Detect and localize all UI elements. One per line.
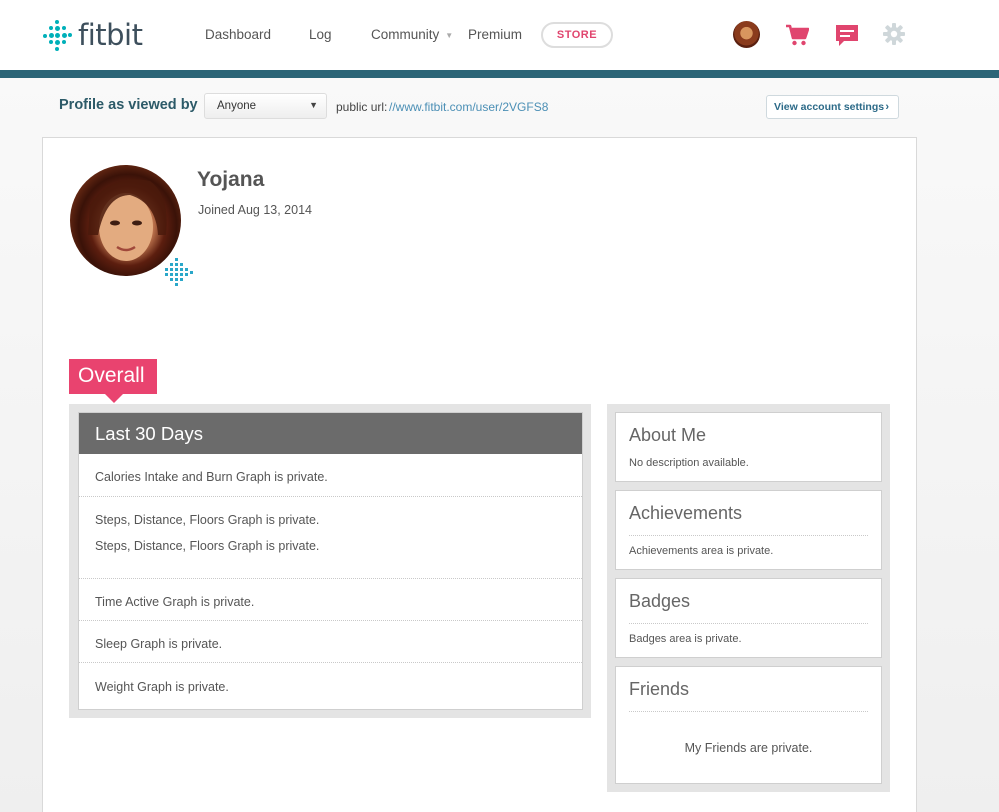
profile-name: Yojana [197,168,265,191]
friends-divider [629,711,868,712]
friends-text: My Friends are private. [684,741,813,755]
header-divider [0,70,999,78]
nav-community-label: Community [371,27,440,42]
public-url-label: public url: [336,100,388,114]
dropdown-arrow-icon: ▼ [309,100,318,110]
list-item-weight: Weight Graph is private. [79,663,582,709]
about-me-title: About Me [629,425,707,445]
overall-tag: Overall [69,359,157,394]
nav-premium[interactable]: Premium [468,27,522,42]
nav-log[interactable]: Log [309,27,332,42]
weight-graph-text: Weight Graph is private. [95,680,229,694]
view-account-settings-button[interactable]: View account settings › [766,95,899,119]
achievements-text: Achievements area is private. [629,545,774,557]
friends-box: Friends My Friends are private. [615,666,882,784]
sleep-graph-text: Sleep Graph is private. [95,637,223,651]
store-button[interactable]: STORE [541,22,613,48]
cart-icon[interactable] [785,24,809,46]
badges-divider [629,623,868,624]
overall-tag-pointer [105,394,123,403]
friends-title: Friends [629,679,690,699]
top-navigation-bar: fitbit Dashboard Log Community ▼ Premium … [0,0,999,70]
calories-graph-text: Calories Intake and Burn Graph is privat… [95,470,328,484]
badges-title: Badges [629,591,691,611]
joined-date: Joined Aug 13, 2014 [198,203,312,217]
chevron-down-icon: ▼ [445,30,454,40]
achievements-box: Achievements Achievements area is privat… [615,490,882,570]
brand-name: fitbit [78,18,143,52]
last-30-days-title: Last 30 Days [79,413,582,454]
list-item-steps: Steps, Distance, Floors Graph is private… [79,497,582,579]
gear-icon[interactable] [883,23,905,45]
fitbit-badge-icon [165,258,193,286]
nav-community[interactable]: Community ▼ [371,27,453,42]
steps-graph-text-secondary: Steps, Distance, Floors Graph is private… [95,539,320,553]
time-active-graph-text: Time Active Graph is private. [95,595,255,609]
achievements-title: Achievements [629,503,743,523]
list-item-calories: Calories Intake and Burn Graph is privat… [79,454,582,497]
about-me-text: No description available. [629,457,749,469]
public-url-link[interactable]: //www.fitbit.com/user/2VGFS8 [389,100,548,114]
viewed-by-select[interactable]: Anyone ▼ [204,93,327,119]
messages-icon[interactable] [835,24,859,48]
about-me-box: About Me No description available. [615,412,882,482]
fitbit-logo[interactable]: fitbit [42,18,143,52]
nav-dashboard[interactable]: Dashboard [205,27,271,42]
viewed-by-value: Anyone [217,100,257,112]
user-avatar[interactable] [733,21,760,48]
fitbit-logo-icon [42,20,72,51]
list-item-time-active: Time Active Graph is private. [79,579,582,621]
list-item-sleep: Sleep Graph is private. [79,621,582,663]
badges-text: Badges area is private. [629,633,742,645]
badges-box: Badges Badges area is private. [615,578,882,658]
steps-graph-text: Steps, Distance, Floors Graph is private… [95,513,320,527]
profile-viewed-by-label: Profile as viewed by [59,97,198,113]
achievements-divider [629,535,868,536]
chevron-right-icon: › [885,101,889,113]
view-account-settings-label: View account settings [774,101,885,113]
